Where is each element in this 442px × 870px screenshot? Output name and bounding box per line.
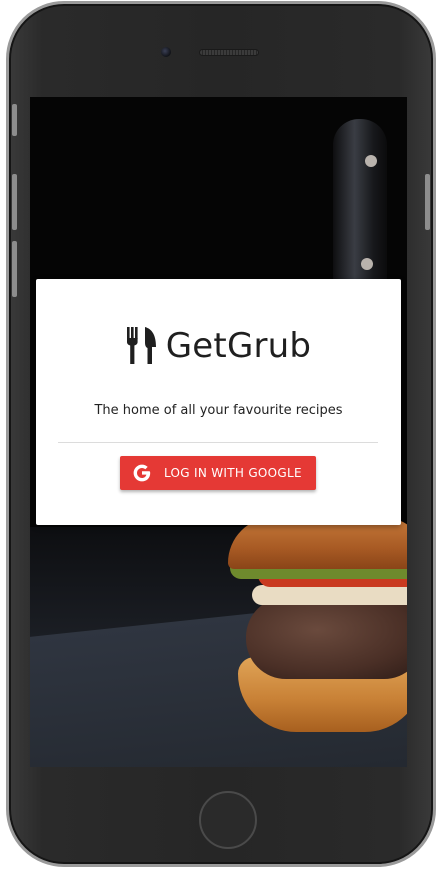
mute-switch [12,104,17,136]
google-login-button[interactable]: LOG IN WITH GOOGLE [120,456,316,490]
brand-header: GetGrub [36,326,401,366]
background-burger-patty [246,597,407,679]
volume-up-button [12,174,17,230]
background-knife-handle [333,119,387,289]
background-knife-rivet [361,258,373,270]
fork-knife-icon [126,327,156,364]
app-tagline: The home of all your favourite recipes [94,403,343,418]
google-login-label: LOG IN WITH GOOGLE [164,466,302,480]
divider [58,442,378,443]
volume-down-button [12,241,17,297]
google-icon [133,464,151,482]
home-button[interactable] [199,791,257,849]
speaker-grille [199,49,259,56]
app-title: GetGrub [165,326,312,366]
background-knife-rivet [365,155,377,167]
power-button [425,174,430,230]
background-burger-cheese [252,585,407,605]
front-camera [161,47,171,57]
login-card: GetGrub The home of all your favourite r… [36,279,401,525]
app-screen: GetGrub The home of all your favourite r… [30,97,407,767]
